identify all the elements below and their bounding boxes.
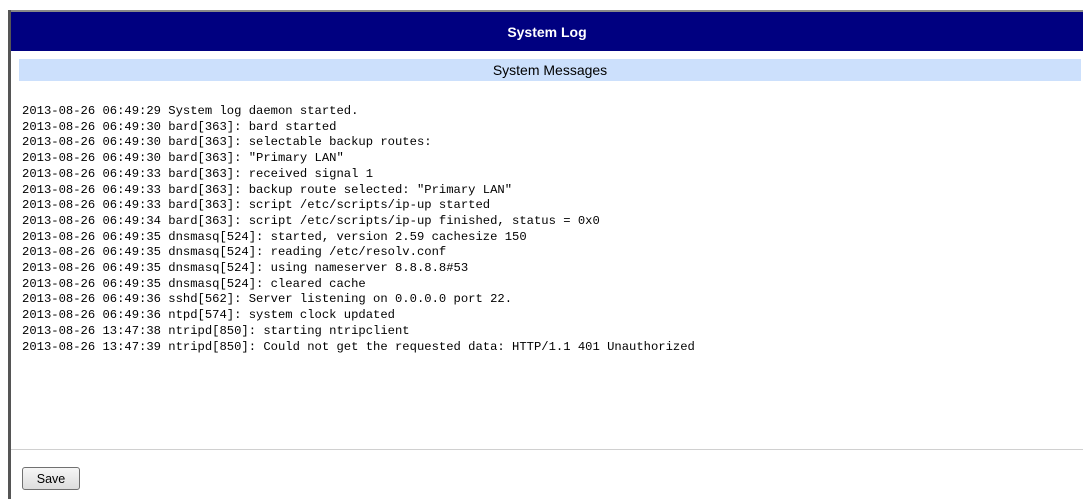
log-line: 2013-08-26 06:49:30 bard[363]: selectabl… xyxy=(22,135,432,150)
log-line: 2013-08-26 13:47:39 ntripd[850]: Could n… xyxy=(22,339,695,354)
log-line: 2013-08-26 06:49:29 System log daemon st… xyxy=(22,104,359,118)
left-border xyxy=(8,10,11,499)
section-title: System Messages xyxy=(492,62,608,78)
log-line: 2013-08-26 06:49:33 bard[363]: received … xyxy=(22,166,374,181)
log-line: 2013-08-26 06:49:36 ntpd[574]: system cl… xyxy=(22,308,395,323)
log-line: 2013-08-26 06:49:30 bard[363]: bard star… xyxy=(22,119,337,134)
log-line: 2013-08-26 06:49:35 dnsmasq[524]: starte… xyxy=(22,229,527,244)
log-line: 2013-08-26 06:49:34 bard[363]: script /e… xyxy=(22,213,600,228)
log-line: 2013-08-26 06:49:33 bard[363]: script /e… xyxy=(22,198,491,213)
page-title: System Log xyxy=(507,23,587,40)
system-log-page: System Log System Messages 2013-08-26 06… xyxy=(0,0,1083,499)
section-header: System Messages xyxy=(19,59,1081,81)
save-button[interactable]: Save xyxy=(22,467,80,490)
system-messages-log: 2013-08-26 06:49:29 System log daemon st… xyxy=(22,104,695,355)
log-line: 2013-08-26 13:47:38 ntripd[850]: startin… xyxy=(22,323,410,338)
divider xyxy=(11,449,1083,450)
log-line: 2013-08-26 06:49:36 sshd[562]: Server li… xyxy=(22,292,513,307)
log-line: 2013-08-26 06:49:35 dnsmasq[524]: readin… xyxy=(22,245,447,260)
page-title-bar: System Log xyxy=(11,12,1083,51)
log-line: 2013-08-26 06:49:30 bard[363]: "Primary … xyxy=(22,151,344,166)
log-line: 2013-08-26 06:49:33 bard[363]: backup ro… xyxy=(22,182,513,197)
log-line: 2013-08-26 06:49:35 dnsmasq[524]: cleare… xyxy=(22,276,366,291)
log-line: 2013-08-26 06:49:35 dnsmasq[524]: using … xyxy=(22,261,469,276)
